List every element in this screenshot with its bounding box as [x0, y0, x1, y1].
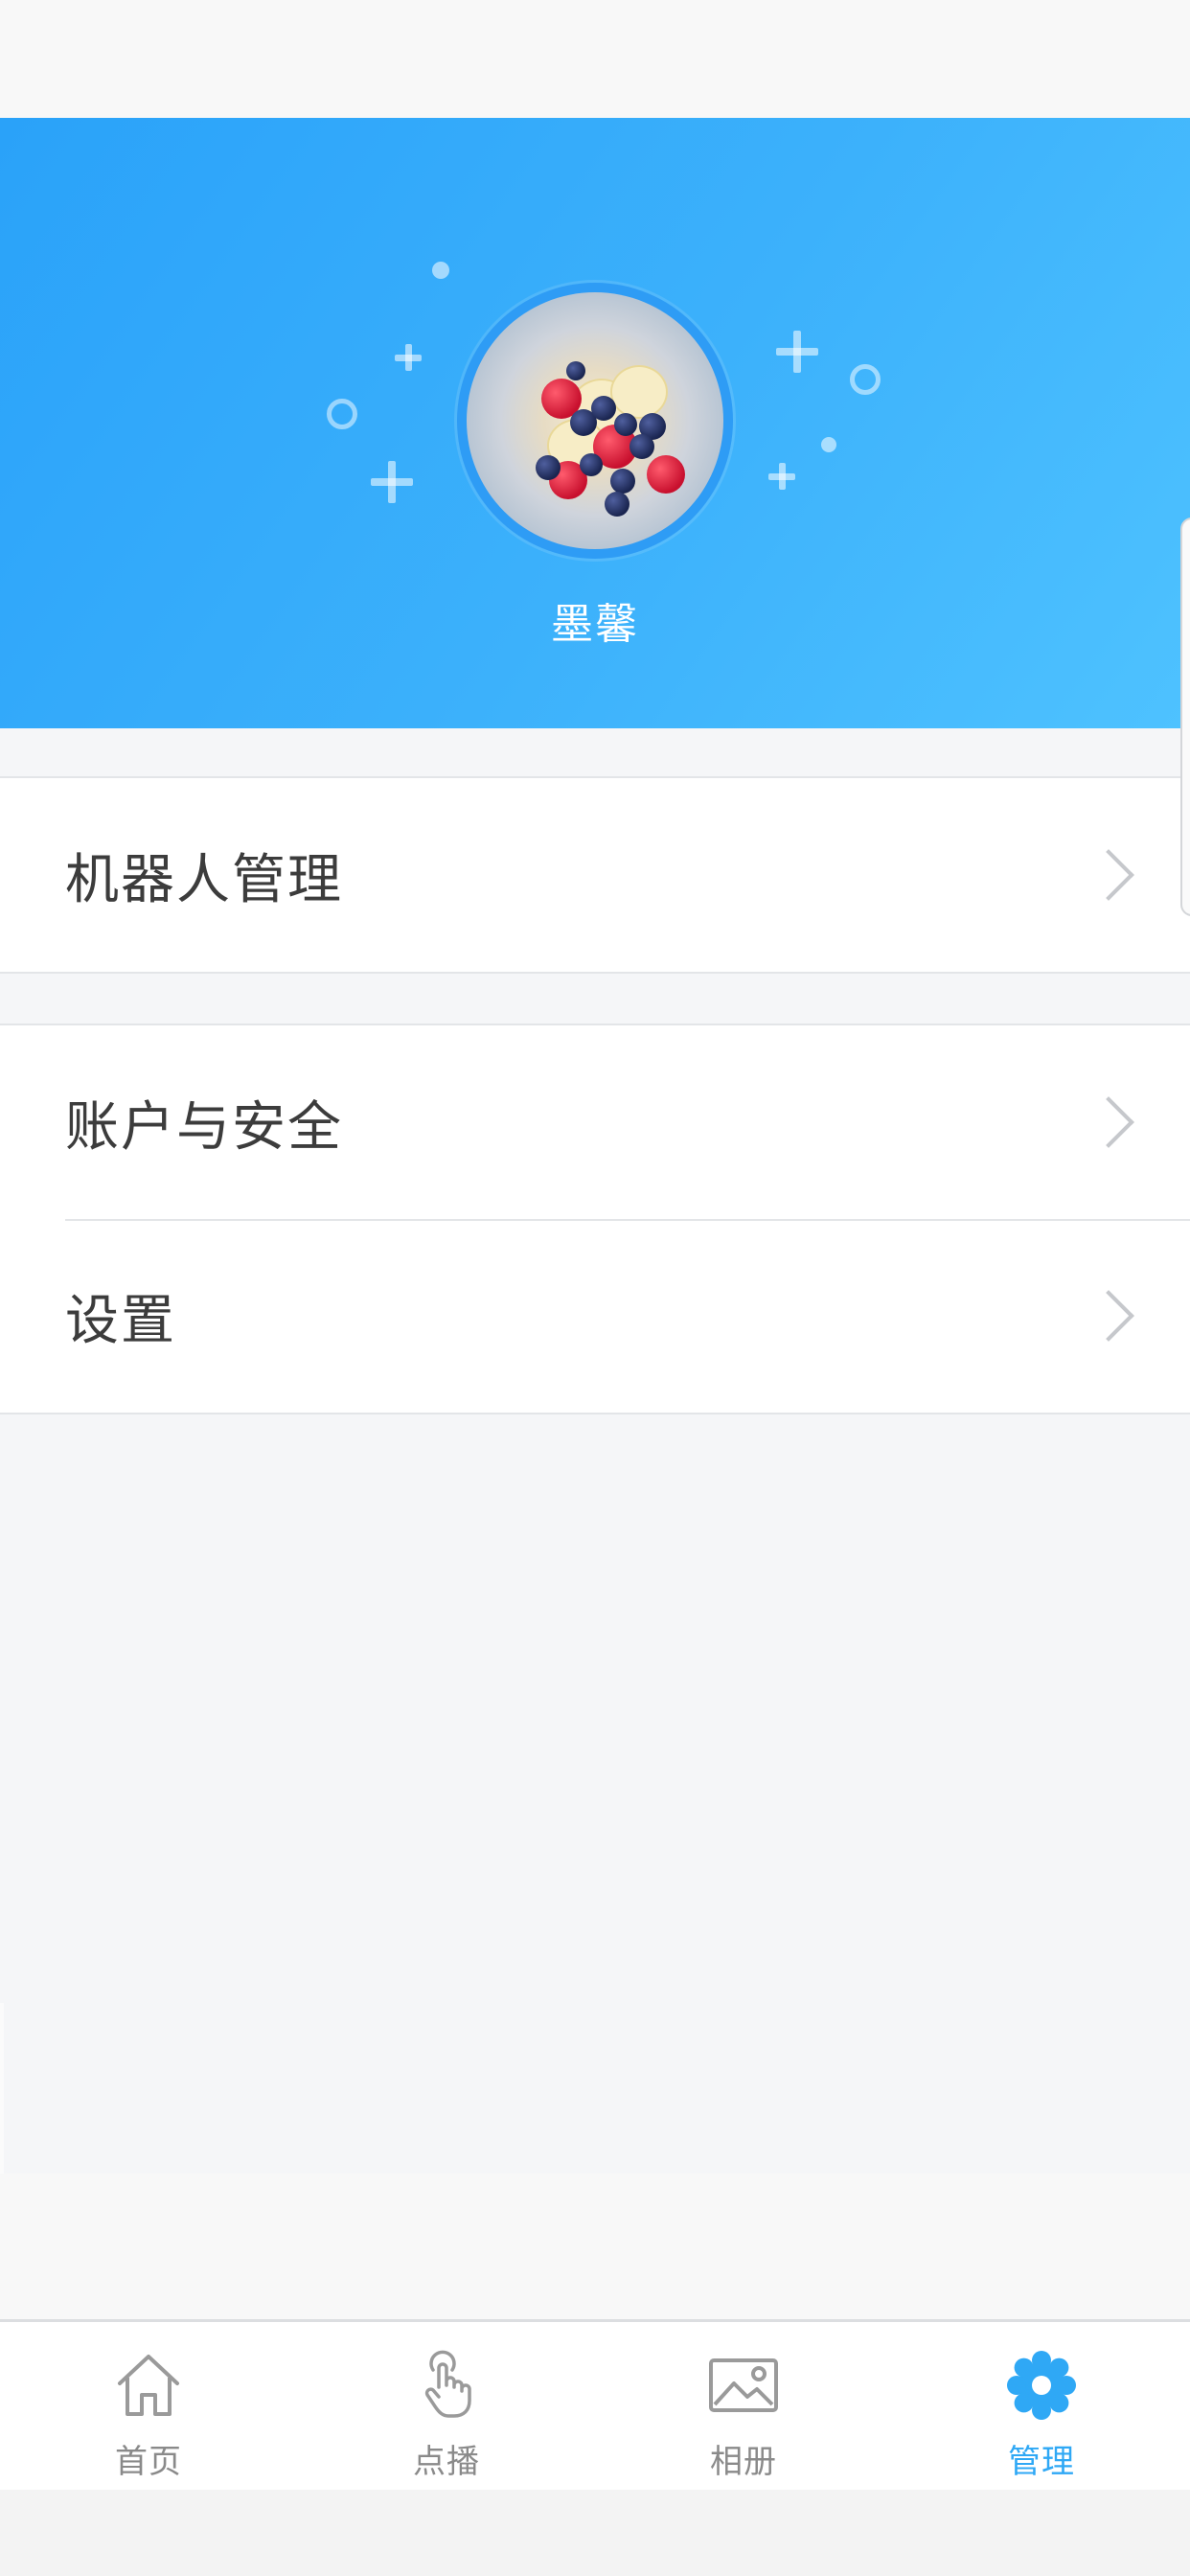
menu-item-label: 设置 [65, 1289, 176, 1352]
sparkle-plus-icon [395, 344, 422, 373]
tab-label: 管理 [1008, 2443, 1075, 2481]
sparkle-plus-icon [776, 331, 818, 373]
divider [0, 2003, 4, 2174]
menu-item-robot-management[interactable]: 机器人管理 [0, 778, 1190, 972]
user-name: 墨馨 [551, 600, 639, 649]
profile-header: 墨馨 [0, 118, 1190, 728]
tap-hand-icon [424, 2350, 471, 2418]
sparkle-ring-icon [850, 364, 881, 395]
menu-group-account: 账户与安全 设置 [0, 1024, 1190, 1414]
sparkle-dot-icon [432, 262, 449, 279]
status-bar [0, 0, 1190, 118]
gear-icon [1007, 2351, 1076, 2420]
avatar[interactable] [457, 283, 733, 559]
chevron-right-icon [1083, 1096, 1134, 1148]
menu-item-settings[interactable]: 设置 [0, 1219, 1190, 1413]
menu-item-account-security[interactable]: 账户与安全 [0, 1025, 1190, 1219]
tab-label: 相册 [710, 2443, 777, 2481]
tab-label: 首页 [115, 2443, 182, 2481]
page: 墨馨 机器人管理 账户与安全 设置 首页 点播 相册 管理 [0, 0, 1190, 2576]
menu-item-label: 机器人管理 [65, 848, 343, 911]
chevron-right-icon [1083, 1290, 1134, 1342]
spacer-band [0, 2174, 1190, 2321]
sparkle-plus-icon [768, 463, 795, 492]
tab-manage[interactable]: 管理 [893, 2322, 1190, 2493]
tab-label: 点播 [413, 2443, 480, 2481]
image-icon [709, 2358, 778, 2412]
sparkle-plus-icon [371, 461, 413, 503]
bottom-tab-bar: 首页 点播 相册 管理 [0, 2319, 1190, 2493]
tab-on-demand[interactable]: 点播 [298, 2322, 595, 2493]
tab-home[interactable]: 首页 [0, 2322, 297, 2493]
sparkle-ring-icon [327, 399, 357, 429]
tab-album[interactable]: 相册 [595, 2322, 892, 2493]
sparkle-dot-icon [821, 437, 836, 452]
home-icon [118, 2355, 179, 2416]
system-nav-bar [0, 2490, 1190, 2576]
chevron-right-icon [1083, 849, 1134, 901]
edge-panel-handle[interactable] [1180, 518, 1190, 916]
menu-item-label: 账户与安全 [65, 1095, 343, 1159]
avatar-image [467, 292, 723, 549]
menu-group-robot: 机器人管理 [0, 776, 1190, 974]
